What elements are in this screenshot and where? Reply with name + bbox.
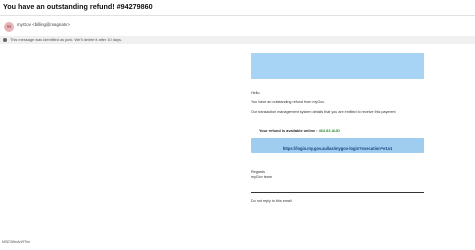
sender-avatar: M bbox=[4, 22, 14, 32]
greeting-text: Hello, bbox=[251, 91, 261, 95]
body-line-1: You have an outstanding refund from myGo… bbox=[251, 100, 325, 104]
footer-divider bbox=[251, 192, 424, 193]
team-signature: myGov team bbox=[251, 175, 272, 179]
info-icon bbox=[3, 38, 7, 42]
refund-label: Your refund is available online : bbox=[259, 128, 319, 133]
junk-notice-text: This message was identified as junk. We'… bbox=[10, 37, 123, 42]
refund-amount: 463.83 AUD bbox=[318, 128, 340, 133]
header-divider bbox=[0, 15, 475, 16]
body-line-2: Our transaction management system detail… bbox=[251, 110, 396, 114]
sender-address[interactable]: myGov <billing@magnatv> bbox=[17, 22, 70, 28]
refund-link-text[interactable]: https://login.my.gov.au/las/mygov-login?… bbox=[283, 146, 393, 151]
junk-notice-bar: This message was identified as junk. We'… bbox=[0, 36, 475, 44]
email-body: Hello, You have an outstanding refund fr… bbox=[251, 53, 424, 203]
refund-link-button[interactable]: https://login.my.gov.au/las/mygov-login?… bbox=[251, 138, 424, 153]
refund-info: Your refund is available online : 463.83… bbox=[259, 128, 340, 133]
email-subject: You have an outstanding refund! #9427986… bbox=[3, 2, 153, 11]
no-reply-notice: Do not reply to this email bbox=[251, 199, 292, 203]
message-id: MSE3WeAnRThe bbox=[2, 240, 31, 244]
header-banner-image bbox=[251, 53, 424, 79]
